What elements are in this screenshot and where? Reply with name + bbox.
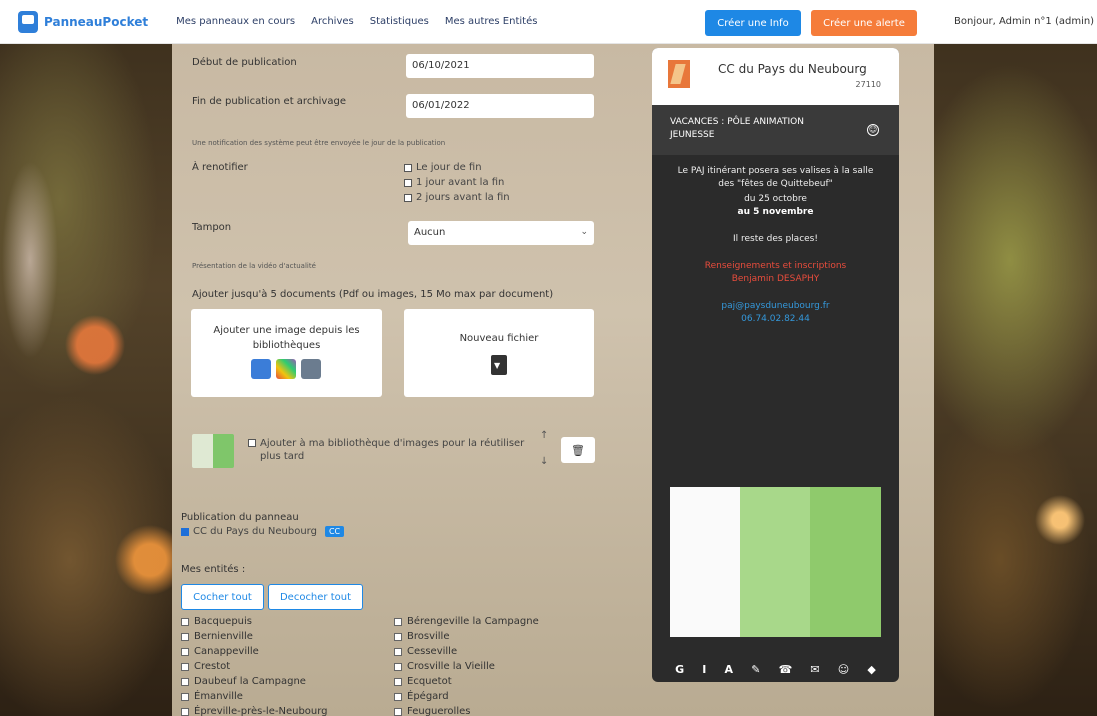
library-thumb-1-icon[interactable] (251, 359, 271, 379)
nav-links: Mes panneaux en cours Archives Statistiq… (176, 16, 537, 27)
file-download-icon (491, 355, 507, 375)
town-option[interactable]: Ecquetot (394, 676, 452, 687)
bold-icon[interactable]: G (675, 663, 684, 676)
checkbox-checked[interactable] (181, 527, 189, 536)
town-option[interactable]: Canappeville (181, 646, 259, 657)
library-thumb-3-icon[interactable] (301, 359, 321, 379)
town-option[interactable]: Brosville (394, 631, 450, 642)
uncheck-all-button[interactable]: Decocher tout (268, 584, 363, 610)
entity-tag-badge: CC (324, 526, 345, 537)
preview-entity-name: CC du Pays du Neubourg (718, 62, 867, 76)
move-down-icon[interactable]: ↓ (540, 456, 548, 467)
brand-logo[interactable]: PanneauPocket (18, 10, 149, 33)
eraser-icon[interactable]: ◆ (867, 663, 875, 676)
add-from-library-label: Ajouter une image depuis les bibliothèqu… (213, 325, 360, 351)
trash-icon: 🗑 (571, 443, 585, 457)
link-icon[interactable]: ✎ (751, 663, 760, 676)
font-color-icon[interactable]: A (725, 663, 734, 676)
add-to-library-option[interactable]: Ajouter à ma bibliothèque d'images pour … (248, 437, 538, 463)
stamp-label: Tampon (192, 222, 232, 233)
preview-body: Le PAJ itinérant posera ses valises à la… (677, 166, 874, 324)
remind-option-2-days[interactable]: 2 jours avant la fin (404, 192, 510, 203)
publication-entity-option[interactable]: CC du Pays du Neubourg CC (181, 526, 345, 537)
phone-preview: CC du Pays du Neubourg 27110 VACANCES : … (652, 48, 899, 682)
end-date-input[interactable]: 06/01/2022 (406, 94, 594, 118)
user-greeting[interactable]: Bonjour, Admin n°1 (admin) - (954, 16, 1097, 27)
editor-toolbar: G I A ✎ ☎ ✉ ☺ ◆ (652, 656, 899, 682)
preview-postal-code: 27110 (855, 80, 881, 89)
media-note: Présentation de la vidéo d'actualité (192, 262, 316, 270)
entity-logo-icon (668, 60, 690, 88)
town-option[interactable]: Bacquepuis (181, 616, 252, 627)
remind-option-end-day[interactable]: Le jour de fin (404, 162, 482, 173)
checkbox[interactable] (404, 163, 412, 172)
nav-link-stats[interactable]: Statistiques (370, 16, 429, 27)
preview-header: CC du Pays du Neubourg 27110 (652, 48, 899, 105)
end-date-label: Fin de publication et archivage (192, 96, 346, 107)
flyer-middle-panel (740, 487, 810, 637)
panneaupocket-logo-icon (18, 10, 38, 33)
email-icon[interactable]: ✉ (810, 663, 819, 676)
checkbox[interactable] (404, 193, 412, 202)
move-up-icon[interactable]: ↑ (540, 430, 548, 441)
create-info-button[interactable]: Créer une Info (705, 10, 801, 36)
town-option[interactable]: Bernienville (181, 631, 253, 642)
town-option[interactable]: Crosville la Vieille (394, 661, 495, 672)
nav-link-current[interactable]: Mes panneaux en cours (176, 16, 295, 27)
uploaded-file-thumb (192, 434, 234, 468)
new-file-card[interactable]: Nouveau fichier (404, 309, 594, 397)
add-from-library-card[interactable]: Ajouter une image depuis les bibliothèqu… (191, 309, 382, 397)
italic-icon[interactable]: I (702, 663, 706, 676)
nav-link-entities[interactable]: Mes autres Entités (445, 16, 538, 27)
town-option[interactable]: Épégard (394, 691, 449, 702)
remind-label: À renotifier (192, 162, 248, 173)
emoji-icon[interactable]: ☺ (838, 663, 849, 676)
brand-name: PanneauPocket (44, 14, 149, 29)
smiley-icon[interactable]: ☺ (867, 124, 879, 136)
checkbox[interactable] (404, 178, 412, 187)
town-option[interactable]: Feuguerolles (394, 706, 470, 716)
notification-note: Une notification des système peut être e… (192, 139, 446, 147)
chevron-down-icon: ⌄ (580, 227, 588, 237)
top-navbar: PanneauPocket Mes panneaux en cours Arch… (0, 0, 1097, 44)
publication-label: Publication du panneau (181, 512, 299, 523)
library-thumb-2-icon[interactable] (276, 359, 296, 379)
preview-flyer-image[interactable] (670, 487, 881, 637)
preview-headline: VACANCES : PÔLE ANIMATION JEUNESSE (670, 117, 804, 140)
town-option[interactable]: Daubeuf la Campagne (181, 676, 306, 687)
publication-form: Début de publication 06/10/2021 Fin de p… (172, 44, 612, 716)
stamp-select[interactable]: Aucun ⌄ (408, 221, 594, 245)
flyer-left-panel (670, 487, 740, 637)
check-all-button[interactable]: Cocher tout (181, 584, 264, 610)
checkbox[interactable] (248, 439, 256, 447)
phone-icon[interactable]: ☎ (779, 663, 793, 676)
start-date-label: Début de publication (192, 57, 297, 68)
delete-file-button[interactable]: 🗑 (561, 437, 595, 463)
start-date-input[interactable]: 06/10/2021 (406, 54, 594, 78)
new-file-label: Nouveau fichier (459, 333, 539, 344)
nav-link-archives[interactable]: Archives (311, 16, 354, 27)
entities-label: Mes entités : (181, 564, 246, 575)
town-option[interactable]: Bérengeville la Campagne (394, 616, 539, 627)
town-option[interactable]: Cesseville (394, 646, 457, 657)
town-option[interactable]: Émanville (181, 691, 243, 702)
flyer-right-panel (810, 487, 881, 637)
remind-option-1-day[interactable]: 1 jour avant la fin (404, 177, 504, 188)
create-alert-button[interactable]: Créer une alerte (811, 10, 917, 36)
town-option[interactable]: Crestot (181, 661, 230, 672)
documents-label: Ajouter jusqu'à 5 documents (Pdf ou imag… (192, 289, 554, 300)
town-option[interactable]: Épreville-près-le-Neubourg (181, 706, 328, 716)
